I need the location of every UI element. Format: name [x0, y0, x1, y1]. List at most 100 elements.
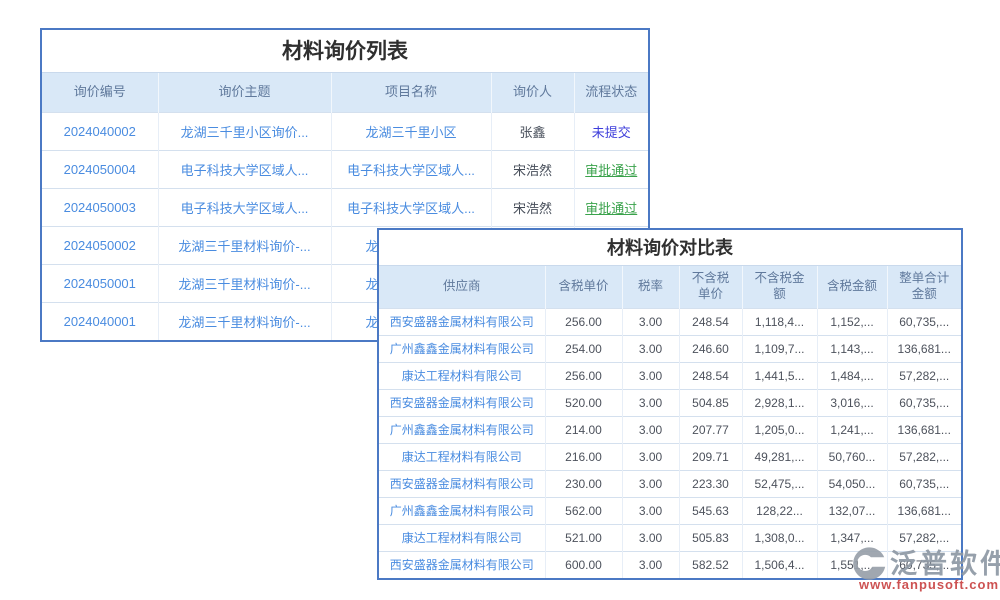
comparison-value-cell: 3.00: [622, 308, 679, 335]
comparison-row: 西安盛器金属材料有限公司230.003.00223.3052,475,...54…: [379, 470, 961, 497]
comparison-title: 材料询价对比表: [379, 230, 961, 266]
inquiry-no-link[interactable]: 2024040002: [42, 112, 158, 150]
comparison-column-header: 含税金额: [817, 266, 887, 308]
comparison-value-cell: 223.30: [679, 470, 742, 497]
inquiry-subject-link[interactable]: 龙湖三千里材料询价-...: [158, 264, 331, 302]
comparison-value-cell: 3.00: [622, 470, 679, 497]
inquiry-no-link[interactable]: 2024050004: [42, 150, 158, 188]
inquiry-subject-link[interactable]: 龙湖三千里材料询价-...: [158, 226, 331, 264]
supplier-link[interactable]: 康达工程材料有限公司: [379, 362, 545, 389]
inquiry-list-title: 材料询价列表: [42, 30, 648, 73]
inquiry-row: 2024050004电子科技大学区域人...电子科技大学区域人...宋浩然审批通…: [42, 150, 648, 188]
watermark-brand-text: 泛普软件: [890, 542, 1000, 581]
comparison-row: 西安盛器金属材料有限公司520.003.00504.852,928,1...3,…: [379, 389, 961, 416]
comparison-value-cell: 582.52: [679, 551, 742, 578]
flow-status-label[interactable]: 未提交: [574, 112, 648, 150]
flow-status-label[interactable]: 审批通过: [574, 150, 648, 188]
comparison-value-cell: 1,241,...: [817, 416, 887, 443]
comparison-value-cell: 3.00: [622, 551, 679, 578]
supplier-link[interactable]: 西安盛器金属材料有限公司: [379, 389, 545, 416]
comparison-value-cell: 3,016,...: [817, 389, 887, 416]
inquiry-subject-link[interactable]: 龙湖三千里小区询价...: [158, 112, 331, 150]
inquiry-subject-link[interactable]: 电子科技大学区域人...: [158, 188, 331, 226]
comparison-panel: 材料询价对比表 供应商含税单价税率不含税单价不含税金额含税金额整单合计金额 西安…: [377, 228, 963, 580]
comparison-value-cell: 57,282,...: [887, 443, 961, 470]
comparison-value-cell: 49,281,...: [742, 443, 817, 470]
inquiry-no-link[interactable]: 2024050001: [42, 264, 158, 302]
comparison-value-cell: 3.00: [622, 443, 679, 470]
comparison-value-cell: 246.60: [679, 335, 742, 362]
comparison-header-row: 供应商含税单价税率不含税单价不含税金额含税金额整单合计金额: [379, 266, 961, 308]
comparison-value-cell: 132,07...: [817, 497, 887, 524]
watermark-url-text: www.fanpusoft.com: [848, 577, 1000, 592]
comparison-column-header: 供应商: [379, 266, 545, 308]
comparison-value-cell: 1,308,0...: [742, 524, 817, 551]
comparison-table: 供应商含税单价税率不含税单价不含税金额含税金额整单合计金额 西安盛器金属材料有限…: [379, 266, 961, 578]
project-name-link[interactable]: 电子科技大学区域人...: [331, 188, 491, 226]
inquiry-row: 2024050003电子科技大学区域人...电子科技大学区域人...宋浩然审批通…: [42, 188, 648, 226]
supplier-link[interactable]: 康达工程材料有限公司: [379, 443, 545, 470]
comparison-value-cell: 214.00: [545, 416, 622, 443]
inquiry-row: 2024040002龙湖三千里小区询价...龙湖三千里小区张鑫未提交: [42, 112, 648, 150]
inquiry-column-header: 询价主题: [158, 73, 331, 112]
comparison-value-cell: 136,681...: [887, 416, 961, 443]
comparison-value-cell: 254.00: [545, 335, 622, 362]
supplier-link[interactable]: 广州鑫鑫金属材料有限公司: [379, 335, 545, 362]
comparison-value-cell: 1,152,...: [817, 308, 887, 335]
comparison-column-header: 不含税金额: [742, 266, 817, 308]
inquiry-column-header: 询价编号: [42, 73, 158, 112]
project-name-link[interactable]: 电子科技大学区域人...: [331, 150, 491, 188]
comparison-value-cell: 136,681...: [887, 335, 961, 362]
comparison-column-header: 整单合计金额: [887, 266, 961, 308]
comparison-value-cell: 2,928,1...: [742, 389, 817, 416]
comparison-value-cell: 52,475,...: [742, 470, 817, 497]
supplier-link[interactable]: 西安盛器金属材料有限公司: [379, 308, 545, 335]
comparison-value-cell: 3.00: [622, 497, 679, 524]
vendor-watermark: 泛普软件 www.fanpusoft.com: [848, 542, 1000, 592]
comparison-value-cell: 600.00: [545, 551, 622, 578]
comparison-value-cell: 256.00: [545, 362, 622, 389]
comparison-value-cell: 1,484,...: [817, 362, 887, 389]
comparison-value-cell: 521.00: [545, 524, 622, 551]
supplier-link[interactable]: 西安盛器金属材料有限公司: [379, 551, 545, 578]
comparison-column-header: 税率: [622, 266, 679, 308]
comparison-row: 广州鑫鑫金属材料有限公司562.003.00545.63128,22...132…: [379, 497, 961, 524]
comparison-column-header: 不含税单价: [679, 266, 742, 308]
comparison-row: 西安盛器金属材料有限公司256.003.00248.541,118,4...1,…: [379, 308, 961, 335]
supplier-link[interactable]: 广州鑫鑫金属材料有限公司: [379, 416, 545, 443]
comparison-value-cell: 1,506,4...: [742, 551, 817, 578]
comparison-row: 广州鑫鑫金属材料有限公司214.003.00207.771,205,0...1,…: [379, 416, 961, 443]
supplier-link[interactable]: 康达工程材料有限公司: [379, 524, 545, 551]
comparison-value-cell: 50,760...: [817, 443, 887, 470]
inquiry-no-link[interactable]: 2024050003: [42, 188, 158, 226]
inquiry-no-link[interactable]: 2024040001: [42, 302, 158, 340]
comparison-row: 康达工程材料有限公司256.003.00248.541,441,5...1,48…: [379, 362, 961, 389]
comparison-value-cell: 3.00: [622, 335, 679, 362]
comparison-value-cell: 3.00: [622, 524, 679, 551]
comparison-value-cell: 1,205,0...: [742, 416, 817, 443]
comparison-value-cell: 256.00: [545, 308, 622, 335]
comparison-value-cell: 248.54: [679, 308, 742, 335]
supplier-link[interactable]: 西安盛器金属材料有限公司: [379, 470, 545, 497]
comparison-row: 广州鑫鑫金属材料有限公司254.003.00246.601,109,7...1,…: [379, 335, 961, 362]
comparison-value-cell: 545.63: [679, 497, 742, 524]
inquiry-subject-link[interactable]: 龙湖三千里材料询价-...: [158, 302, 331, 340]
comparison-value-cell: 505.83: [679, 524, 742, 551]
supplier-link[interactable]: 广州鑫鑫金属材料有限公司: [379, 497, 545, 524]
comparison-value-cell: 60,735,...: [887, 308, 961, 335]
project-name-link[interactable]: 龙湖三千里小区: [331, 112, 491, 150]
flow-status-label[interactable]: 审批通过: [574, 188, 648, 226]
comparison-value-cell: 128,22...: [742, 497, 817, 524]
inquiry-no-link[interactable]: 2024050002: [42, 226, 158, 264]
comparison-value-cell: 230.00: [545, 470, 622, 497]
inquirer-name: 宋浩然: [491, 188, 574, 226]
comparison-value-cell: 54,050...: [817, 470, 887, 497]
comparison-value-cell: 136,681...: [887, 497, 961, 524]
comparison-value-cell: 1,118,4...: [742, 308, 817, 335]
comparison-value-cell: 3.00: [622, 362, 679, 389]
inquirer-name: 宋浩然: [491, 150, 574, 188]
comparison-value-cell: 207.77: [679, 416, 742, 443]
comparison-value-cell: 60,735,...: [887, 470, 961, 497]
comparison-value-cell: 248.54: [679, 362, 742, 389]
inquiry-subject-link[interactable]: 电子科技大学区域人...: [158, 150, 331, 188]
